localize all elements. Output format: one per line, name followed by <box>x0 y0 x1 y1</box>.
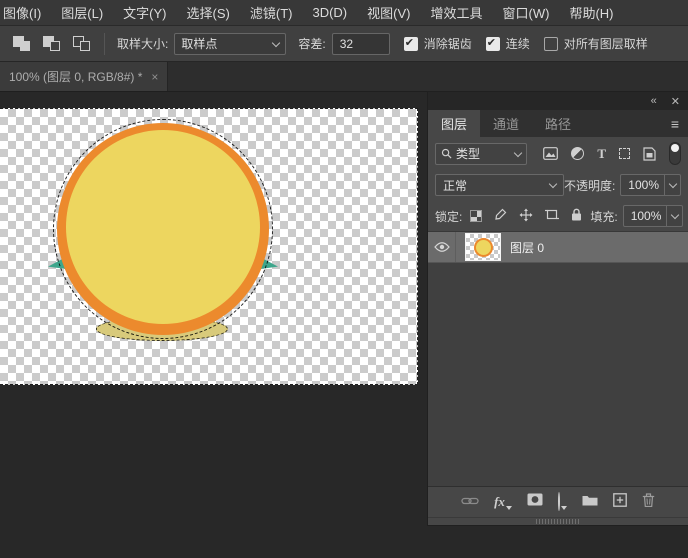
menu-item-image[interactable]: 图像(I) <box>0 3 51 22</box>
filter-type-dropdown[interactable]: 类型 <box>435 142 528 165</box>
chevron-down-icon <box>272 38 281 47</box>
orange-circle-shape <box>57 123 269 335</box>
tool-options-bar: 取样大小: 取样点 容差: 32 消除锯齿 连续 对所有图层取样 <box>0 26 688 62</box>
lock-image-pixels-icon[interactable] <box>494 208 507 224</box>
panel-header: « ✕ <box>428 92 688 110</box>
filter-adjustment-layers-icon[interactable] <box>571 147 585 160</box>
grip-dots <box>536 519 580 524</box>
intersect-selection-icon[interactable] <box>72 35 92 53</box>
options-divider <box>104 32 105 55</box>
document-tab[interactable]: 100% (图层 0, RGB/8#) * × <box>0 62 169 91</box>
opacity-label: 不透明度: <box>563 178 616 193</box>
fill-dropdown[interactable]: 100% <box>622 205 684 227</box>
lock-transparent-pixels-icon[interactable] <box>470 210 483 222</box>
lock-fill-row: 锁定: 填充: 100% <box>428 200 688 231</box>
filtering-toggle[interactable] <box>669 142 681 165</box>
anti-alias-checkbox[interactable] <box>403 36 418 51</box>
menu-item-3d[interactable]: 3D(D) <box>302 5 357 20</box>
layers-panel: « ✕ 图层 通道 路径 ≡ 类型 T 正常 不透明度: 100% 锁定: 填充… <box>428 92 688 525</box>
menu-item-select[interactable]: 选择(S) <box>177 3 240 22</box>
blend-mode-dropdown[interactable]: 正常 <box>435 174 564 196</box>
new-selection-icon[interactable] <box>12 35 32 53</box>
panel-menu-icon[interactable]: ≡ <box>662 110 688 137</box>
contiguous-checkbox[interactable] <box>485 36 500 51</box>
document-tab-strip: 100% (图层 0, RGB/8#) * × <box>0 62 688 92</box>
close-document-icon[interactable]: × <box>151 70 158 84</box>
close-panel-icon[interactable]: ✕ <box>671 95 680 108</box>
filter-smart-objects-icon[interactable] <box>643 146 656 161</box>
tolerance-value: 32 <box>339 36 354 51</box>
layer-thumbnail-artwork <box>474 238 493 257</box>
menu-item-view[interactable]: 视图(V) <box>357 3 420 22</box>
menu-item-help[interactable]: 帮助(H) <box>559 3 623 22</box>
link-layers-icon[interactable] <box>461 493 479 511</box>
layer-list: 图层 0 <box>428 231 688 486</box>
lock-all-icon[interactable] <box>571 208 582 224</box>
layer-name[interactable]: 图层 0 <box>510 239 544 256</box>
yellow-circle-fill <box>66 130 260 324</box>
layer-visibility-cell[interactable] <box>428 232 456 262</box>
search-icon <box>441 148 452 159</box>
panel-tab-bar: 图层 通道 路径 ≡ <box>428 110 688 137</box>
sample-size-dropdown[interactable]: 取样点 <box>174 32 287 55</box>
sample-all-layers-checkbox[interactable] <box>543 36 558 51</box>
contiguous-label: 连续 <box>505 37 530 51</box>
opacity-dropdown[interactable]: 100% <box>620 174 681 196</box>
layer-filter-row: 类型 T <box>428 137 688 169</box>
new-layer-icon[interactable] <box>613 492 627 512</box>
add-layer-mask-icon[interactable] <box>527 493 543 511</box>
layer-thumbnail[interactable] <box>465 233 501 261</box>
lock-artboard-icon[interactable] <box>545 208 560 224</box>
blend-mode-value: 正常 <box>443 178 468 193</box>
filter-icon-group: T <box>543 142 681 165</box>
menu-item-layer[interactable]: 图层(L) <box>51 3 113 22</box>
sample-size-label: 取样大小: <box>117 37 169 51</box>
menu-bar: 图像(I) 图层(L) 文字(Y) 选择(S) 滤镜(T) 3D(D) 视图(V… <box>0 0 688 26</box>
layer-row[interactable]: 图层 0 <box>428 232 688 263</box>
sample-size-value: 取样点 <box>181 37 218 51</box>
chevron-down-icon <box>514 148 523 157</box>
chevron-down-icon <box>668 179 677 189</box>
new-group-icon[interactable] <box>582 493 598 511</box>
chevron-down-icon <box>505 506 512 510</box>
delete-layer-icon[interactable] <box>642 492 655 512</box>
new-adjustment-layer-icon[interactable] <box>557 492 567 511</box>
tab-paths[interactable]: 路径 <box>532 110 584 137</box>
menu-item-type[interactable]: 文字(Y) <box>113 3 176 22</box>
menu-item-filter[interactable]: 滤镜(T) <box>240 3 303 22</box>
blend-opacity-row: 正常 不透明度: 100% <box>428 169 688 200</box>
tab-layers[interactable]: 图层 <box>428 110 481 137</box>
sample-all-layers-label: 对所有图层取样 <box>563 37 648 51</box>
fill-label: 填充: <box>590 209 618 224</box>
filter-type-layers-icon[interactable]: T <box>597 146 606 162</box>
add-to-selection-icon[interactable] <box>42 35 62 53</box>
opacity-value: 100% <box>628 178 659 192</box>
chevron-down-icon <box>670 210 680 220</box>
layer-style-fx-icon[interactable]: fx <box>494 493 512 511</box>
filter-type-label: 类型 <box>456 147 481 161</box>
filter-pixel-layers-icon[interactable] <box>543 147 559 160</box>
selection-combine-group <box>0 35 104 53</box>
document-canvas[interactable] <box>0 108 418 385</box>
tolerance-input[interactable]: 32 <box>331 32 390 55</box>
filter-shape-layers-icon[interactable] <box>619 148 630 159</box>
tolerance-label: 容差: <box>298 37 326 51</box>
lock-position-icon[interactable] <box>519 208 533 225</box>
menu-item-plugins[interactable]: 增效工具 <box>420 3 492 22</box>
chevron-down-icon <box>560 506 567 510</box>
collapse-panels-icon[interactable]: « <box>651 95 657 107</box>
fill-value: 100% <box>630 209 662 223</box>
panel-footer: fx <box>428 486 688 517</box>
document-tab-title: 100% (图层 0, RGB/8#) * <box>9 70 143 84</box>
workspace: « ✕ 图层 通道 路径 ≡ 类型 T 正常 不透明度: 100% 锁定: 填充… <box>0 92 688 558</box>
lock-icon-group <box>470 208 582 225</box>
chevron-down-icon <box>548 179 558 189</box>
anti-alias-label: 消除锯齿 <box>423 37 472 51</box>
lock-label: 锁定: <box>435 209 463 224</box>
eye-icon <box>433 242 450 252</box>
panel-resize-grip[interactable] <box>428 517 688 525</box>
tab-channels[interactable]: 通道 <box>480 110 532 137</box>
menu-item-window[interactable]: 窗口(W) <box>493 3 560 22</box>
